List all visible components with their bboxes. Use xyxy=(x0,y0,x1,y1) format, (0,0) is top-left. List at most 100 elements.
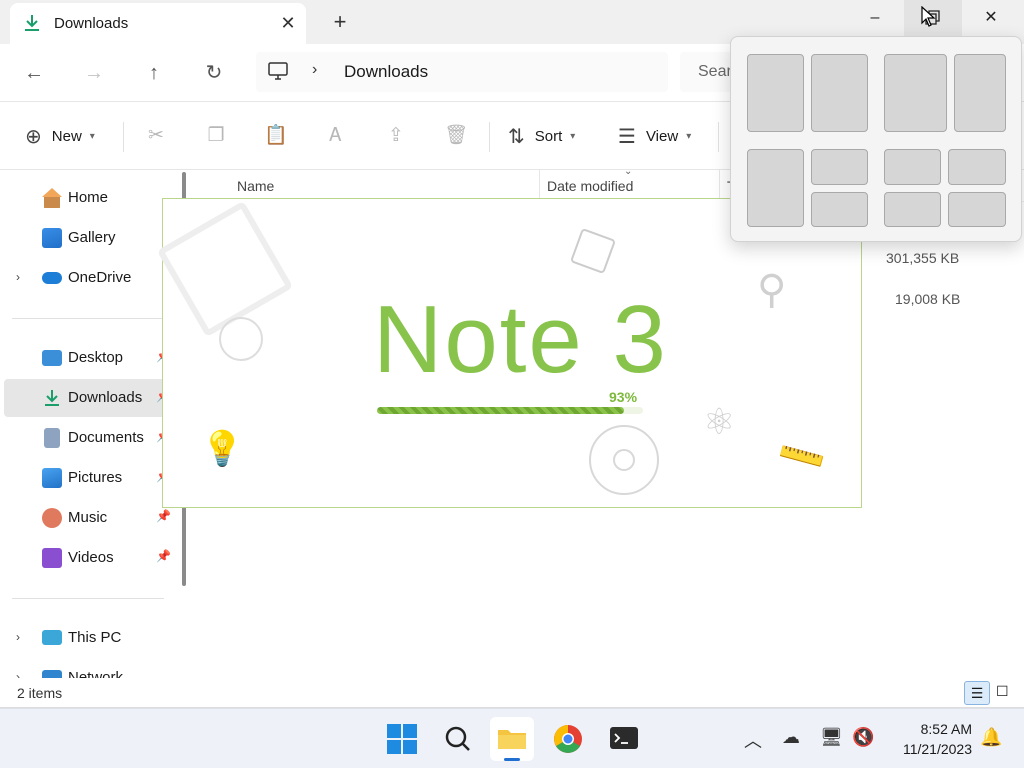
sidebar-item-documents[interactable]: Documents 📌 xyxy=(4,419,172,457)
snap-zone-top-right[interactable] xyxy=(811,149,868,185)
home-icon xyxy=(42,188,62,208)
column-date-modified[interactable]: Date modified xyxy=(547,178,633,194)
breadcrumb-chevron-icon: › xyxy=(312,61,318,78)
expand-chevron-icon[interactable]: › xyxy=(16,630,20,644)
snap-zone-wide-left[interactable] xyxy=(884,54,947,132)
tab-close-icon[interactable]: ✕ xyxy=(276,11,300,35)
sidebar-item-network[interactable]: › Network xyxy=(4,659,172,678)
expand-chevron-icon[interactable]: › xyxy=(16,270,20,284)
cut-icon[interactable]: ✂ xyxy=(144,124,168,148)
expand-chevron-icon[interactable]: › xyxy=(16,670,20,678)
chevron-down-icon: ▾ xyxy=(89,130,95,142)
keyboard-icon xyxy=(156,200,294,338)
view-label: View xyxy=(645,127,679,145)
sidebar-item-label: Desktop xyxy=(68,349,124,366)
documents-icon xyxy=(44,428,60,448)
copy-icon[interactable]: ❐ xyxy=(204,124,228,148)
search-icon xyxy=(445,726,470,751)
snap-zone-quad-br[interactable] xyxy=(948,192,1006,227)
address-bar[interactable]: › Downloads xyxy=(256,52,668,92)
network-icon[interactable]: 🖥 xyxy=(820,727,843,748)
sidebar-item-label: Home xyxy=(68,189,109,206)
delete-icon[interactable]: 🗑 xyxy=(444,124,468,148)
share-icon[interactable]: ⇪ xyxy=(384,124,408,148)
sidebar-item-this-pc[interactable]: › This PC xyxy=(4,619,172,657)
sidebar-item-music[interactable]: Music 📌 xyxy=(4,499,172,537)
sidebar-item-label: Videos xyxy=(68,549,114,566)
notification-bell-icon[interactable]: 🔔 xyxy=(980,727,1002,748)
paste-icon[interactable]: 📋 xyxy=(264,124,288,148)
sort-caret-icon: ⌄ xyxy=(624,166,633,177)
forward-arrow-icon[interactable]: → xyxy=(79,58,109,88)
progress-bar xyxy=(377,407,643,414)
view-lines-icon: ☰ xyxy=(618,125,636,148)
minimize-button[interactable]: – xyxy=(846,0,904,36)
refresh-icon[interactable]: ↻ xyxy=(199,58,229,88)
breadcrumb[interactable]: Downloads xyxy=(344,62,428,82)
sidebar-item-desktop[interactable]: Desktop 📌 xyxy=(4,339,172,377)
column-name[interactable]: Name xyxy=(237,178,274,194)
back-arrow-icon[interactable]: ← xyxy=(19,58,49,88)
sort-button[interactable]: ⇅ Sort ▾ xyxy=(508,122,575,150)
divider xyxy=(718,122,719,152)
tab-downloads[interactable]: Downloads ✕ xyxy=(10,3,306,44)
microscope-icon: ⚲ xyxy=(757,268,787,312)
snap-zone-narrow-right[interactable] xyxy=(954,54,1006,132)
rename-icon[interactable]: Ꭺ xyxy=(324,124,348,148)
sidebar-item-pictures[interactable]: Pictures 📌 xyxy=(4,459,172,497)
sidebar-item-label: This PC xyxy=(68,629,122,646)
file-size: 301,355 KB xyxy=(886,250,960,266)
molecule-icon: ⚛ xyxy=(703,401,736,442)
volume-muted-icon[interactable]: 🔇 xyxy=(852,727,874,748)
sidebar-item-gallery[interactable]: Gallery xyxy=(4,219,172,257)
snap-zone-quad-tl[interactable] xyxy=(884,149,941,185)
active-indicator xyxy=(504,758,520,761)
download-icon xyxy=(25,15,39,31)
chrome-taskbar-button[interactable] xyxy=(546,717,590,761)
snap-zone-2col-left[interactable] xyxy=(747,54,804,132)
onedrive-offline-icon[interactable]: ☁ xyxy=(782,727,800,748)
up-arrow-icon[interactable]: ↑ xyxy=(139,58,169,88)
network-icon xyxy=(42,670,62,678)
sidebar-item-onedrive[interactable]: › OneDrive xyxy=(4,259,172,297)
start-button[interactable] xyxy=(380,717,424,761)
terminal-taskbar-button[interactable] xyxy=(602,717,646,761)
sidebar-item-videos[interactable]: Videos 📌 xyxy=(4,539,172,577)
search-button[interactable] xyxy=(436,717,480,761)
sidebar-item-label: Music xyxy=(68,509,108,526)
details-view-button[interactable]: ☰ xyxy=(964,681,990,705)
new-button[interactable]: ⊕ New ▾ xyxy=(25,122,95,150)
sidebar-item-home[interactable]: Home xyxy=(4,179,172,217)
plus-circle-icon: ⊕ xyxy=(25,125,42,148)
clock-date: 11/21/2023 xyxy=(902,741,972,757)
close-button[interactable]: ✕ xyxy=(962,0,1020,36)
sidebar-item-label: OneDrive xyxy=(68,269,132,286)
new-tab-button[interactable]: + xyxy=(326,8,354,36)
file-explorer-taskbar-button[interactable] xyxy=(490,717,534,761)
pin-icon: 📌 xyxy=(156,509,171,523)
splash-title: Note 3 xyxy=(373,286,668,393)
view-button[interactable]: ☰ View ▾ xyxy=(618,122,691,150)
snap-zone-quad-bl[interactable] xyxy=(884,192,941,227)
tiles-view-button[interactable]: ☐ xyxy=(996,683,1012,699)
chevron-down-icon: ▾ xyxy=(570,130,576,142)
download-icon xyxy=(45,390,59,406)
sidebar-item-label: Pictures xyxy=(68,469,123,486)
windows-logo-icon xyxy=(387,724,417,754)
navigation-pane: Home Gallery › OneDrive Desktop 📌 Downlo… xyxy=(0,170,176,678)
progress-fill xyxy=(377,407,625,414)
tab-label: Downloads xyxy=(54,15,129,32)
snap-zone-2col-right[interactable] xyxy=(811,54,868,132)
sidebar-item-downloads[interactable]: Downloads 📌 xyxy=(4,379,172,417)
snap-zone-quad-tr[interactable] xyxy=(948,149,1006,185)
file-size: 19,008 KB xyxy=(895,291,961,307)
splash-window: ⚲ 💡 ⚛ 📏 Note 3 93% xyxy=(156,198,862,508)
snap-zone-bottom-right[interactable] xyxy=(811,192,868,227)
clock[interactable]: 8:52 AM 11/21/2023 xyxy=(880,719,972,759)
sidebar-item-label: Network xyxy=(68,669,124,678)
show-hidden-icons-chevron-icon[interactable]: ︿ xyxy=(744,727,762,753)
snap-zone-tall-left[interactable] xyxy=(747,149,804,227)
taskbar: ︿ ☁ 🖥 🔇 8:52 AM 11/21/2023 🔔 xyxy=(0,708,1024,768)
divider xyxy=(12,318,164,319)
desktop-icon xyxy=(42,350,62,366)
